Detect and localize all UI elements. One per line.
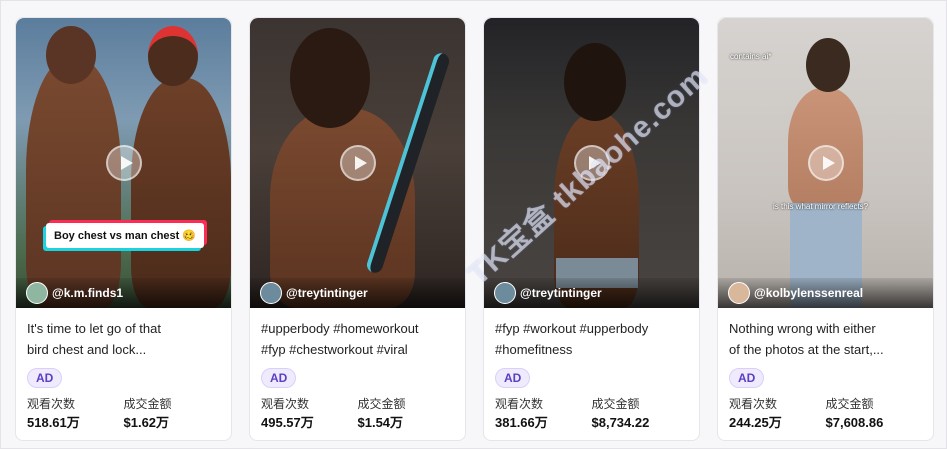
- description-line: It's time to let go of that: [27, 321, 161, 336]
- video-description: Nothing wrong with either of the photos …: [729, 318, 922, 360]
- video-card[interactable]: @treytintinger #fyp #workout #upperbody …: [483, 17, 700, 441]
- views-label: 观看次数: [261, 397, 310, 411]
- video-thumbnail[interactable]: @treytintinger: [250, 18, 465, 308]
- thumbnail-caption: is this what mirror reflects?: [773, 202, 869, 211]
- creator-handle[interactable]: @treytintinger: [520, 286, 602, 300]
- play-icon[interactable]: [573, 145, 610, 181]
- creator-bar[interactable]: @k.m.finds1: [16, 278, 231, 308]
- views-value: 495.57万: [261, 415, 314, 430]
- views-label: 观看次数: [495, 397, 544, 411]
- gmv-value: $7,608.86: [825, 415, 884, 430]
- views-value: 381.66万: [495, 415, 548, 430]
- creator-handle[interactable]: @k.m.finds1: [52, 286, 123, 300]
- stats-row: 观看次数 244.25万 成交金额 $7,608.86: [729, 396, 922, 432]
- avatar[interactable]: [728, 282, 750, 304]
- play-icon[interactable]: [807, 145, 844, 181]
- person-head: [148, 26, 198, 86]
- play-icon[interactable]: [105, 145, 142, 181]
- video-card[interactable]: contains ai* is this what mirror reflect…: [717, 17, 934, 441]
- gmv-label: 成交金额: [825, 397, 874, 411]
- views-value: 518.61万: [27, 415, 80, 430]
- stats-row: 观看次数 381.66万 成交金额 $8,734.22: [495, 396, 688, 432]
- video-card[interactable]: @treytintinger #upperbody #homeworkout #…: [249, 17, 466, 441]
- video-description: #upperbody #homeworkout #fyp #chestworko…: [261, 318, 454, 360]
- avatar[interactable]: [260, 282, 282, 304]
- video-grid: Boy chest vs man chest 🥴 @k.m.finds1 It'…: [0, 0, 947, 449]
- person-figure: [131, 78, 231, 308]
- video-thumbnail[interactable]: contains ai* is this what mirror reflect…: [718, 18, 933, 308]
- video-thumbnail[interactable]: Boy chest vs man chest 🥴 @k.m.finds1: [16, 18, 231, 308]
- stats-row: 观看次数 495.57万 成交金额 $1.54万: [261, 396, 454, 432]
- video-description: #fyp #workout #upperbody #homefitness: [495, 318, 688, 360]
- person-figure: [26, 58, 121, 308]
- description-line: #fyp #chestworkout #viral: [261, 342, 408, 357]
- description-line: Nothing wrong with either: [729, 321, 876, 336]
- person-head: [806, 38, 850, 92]
- views-label: 观看次数: [27, 397, 76, 411]
- description-line: #fyp #workout #upperbody: [495, 321, 649, 336]
- views-label: 观看次数: [729, 397, 778, 411]
- person-head: [564, 43, 626, 121]
- description-line: #upperbody #homeworkout: [261, 321, 419, 336]
- thumbnail-caption: Boy chest vs man chest 🥴: [46, 223, 205, 248]
- description-line: bird chest and lock...: [27, 342, 147, 357]
- description-line: of the photos at the start,...: [729, 342, 884, 357]
- creator-bar[interactable]: @treytintinger: [250, 278, 465, 308]
- video-thumbnail[interactable]: @treytintinger: [484, 18, 699, 308]
- creator-bar[interactable]: @treytintinger: [484, 278, 699, 308]
- description-line: #homefitness: [495, 342, 573, 357]
- person-head: [46, 26, 96, 84]
- stats-row: 观看次数 518.61万 成交金额 $1.62万: [27, 396, 220, 432]
- video-card[interactable]: Boy chest vs man chest 🥴 @k.m.finds1 It'…: [15, 17, 232, 441]
- gmv-value: $1.54万: [357, 415, 404, 430]
- gmv-label: 成交金额: [591, 397, 640, 411]
- creator-bar[interactable]: @kolbylenssenreal: [718, 278, 933, 308]
- ai-disclosure-tag: contains ai*: [730, 52, 772, 61]
- views-value: 244.25万: [729, 415, 782, 430]
- gmv-label: 成交金额: [357, 397, 406, 411]
- avatar[interactable]: [26, 282, 48, 304]
- creator-handle[interactable]: @kolbylenssenreal: [754, 286, 863, 300]
- ad-badge: AD: [261, 368, 297, 388]
- gmv-value: $8,734.22: [591, 415, 650, 430]
- gmv-label: 成交金额: [123, 397, 172, 411]
- avatar[interactable]: [494, 282, 516, 304]
- video-description: It's time to let go of that bird chest a…: [27, 318, 220, 360]
- gmv-value: $1.62万: [123, 415, 170, 430]
- play-icon[interactable]: [339, 145, 376, 181]
- ad-badge: AD: [495, 368, 531, 388]
- person-head: [290, 28, 370, 128]
- ad-badge: AD: [27, 368, 63, 388]
- ad-badge: AD: [729, 368, 765, 388]
- creator-handle[interactable]: @treytintinger: [286, 286, 368, 300]
